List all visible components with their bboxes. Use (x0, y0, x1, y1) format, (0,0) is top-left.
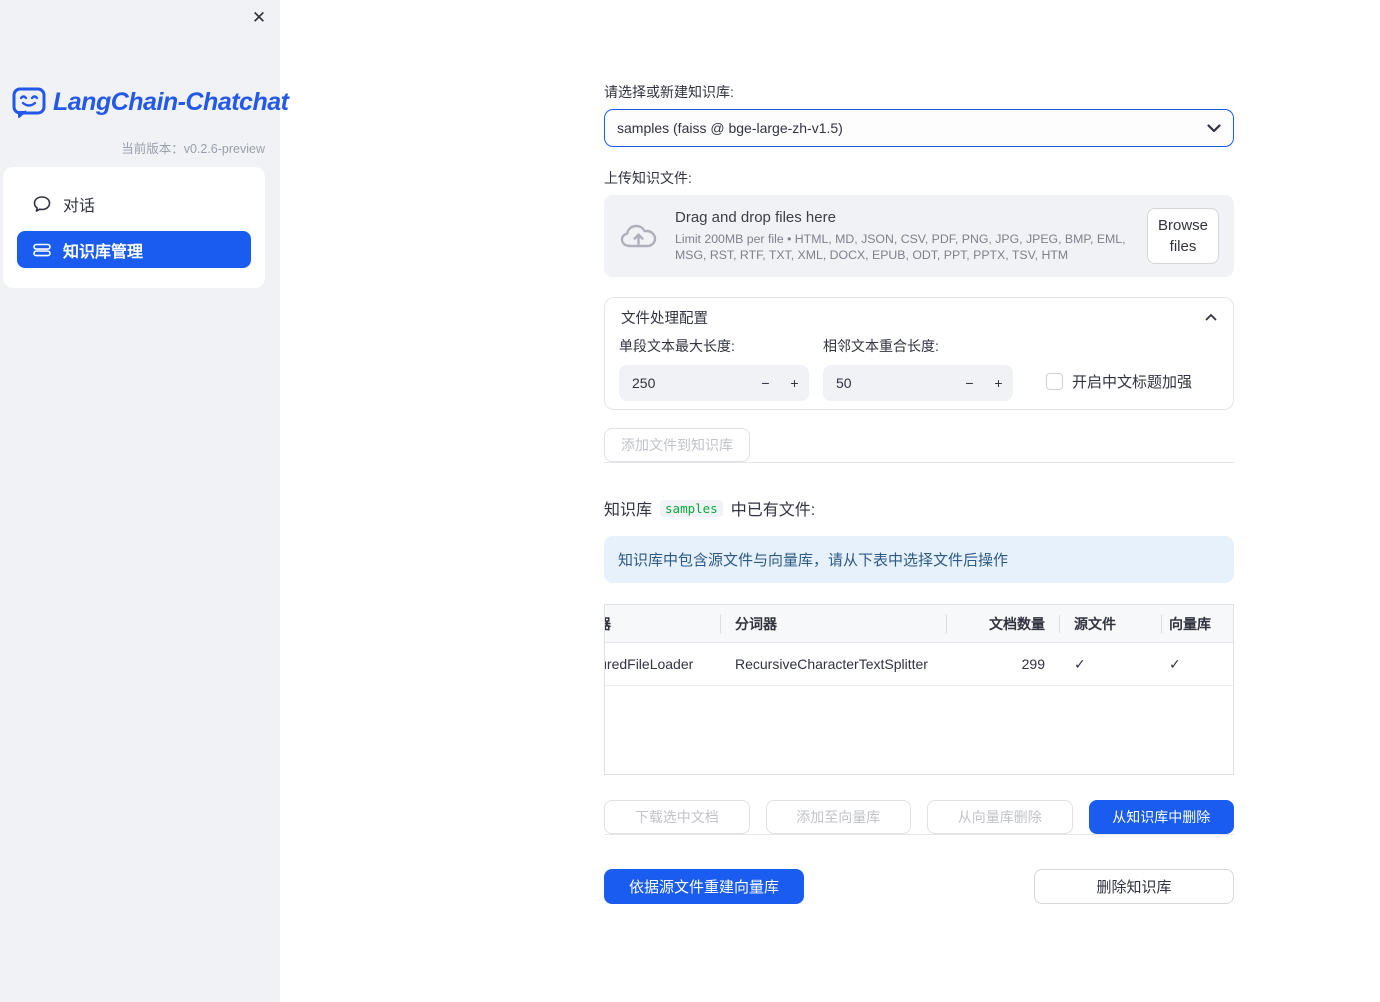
column-separator (946, 615, 947, 633)
kb-files-table[interactable]: 文档加载器 分词器 文档数量 源文件 向量库 UnstructuredFileL… (604, 604, 1234, 775)
overlap-field: 相邻文本重合长度: 50 − + (823, 336, 1013, 401)
uploader-label: 上传知识文件: (604, 170, 692, 186)
checkbox[interactable] (1046, 372, 1063, 390)
sidebar: ✕ LangChain-Chatchat 当前版本：v0.2.6-preview… (0, 0, 289, 1002)
kb-files-heading: 知识库 samples 中已有文件: (604, 496, 1234, 520)
table-header-row[interactable]: 文档加载器 分词器 文档数量 源文件 向量库 (605, 605, 1233, 643)
info-banner: 知识库中包含源文件与向量库，请从下表中选择文件后操作 (604, 536, 1234, 583)
delete-from-vector-store-button[interactable]: 从向量库删除 (927, 800, 1073, 834)
version-label: 当前版本： (121, 142, 184, 156)
divider (604, 462, 1234, 463)
chunk-size-value[interactable]: 250 (632, 375, 751, 391)
overlap-value[interactable]: 50 (836, 375, 955, 391)
dropzone-title: Drag and drop files here (675, 209, 836, 226)
chunk-size-input[interactable]: 250 − + (619, 365, 809, 401)
cell-loader: UnstructuredFileLoader (605, 656, 694, 672)
file-action-buttons: 下载选中文档 添加至向量库 从向量库删除 从知识库中删除 (604, 800, 1234, 834)
cell-source-file-check: ✓ (1074, 655, 1086, 672)
table-header-splitter[interactable]: 分词器 (720, 614, 946, 634)
info-banner-text: 知识库中包含源文件与向量库，请从下表中选择文件后操作 (618, 552, 1009, 569)
minus-icon[interactable]: − (955, 365, 984, 401)
dropzone-instructions: Drag and drop files here Limit 200MB per… (675, 209, 1131, 263)
version-info: 当前版本：v0.2.6-preview (121, 138, 265, 157)
sidebar-menu: 对话 知识库管理 (3, 167, 265, 288)
sidebar-item-label: 对话 (63, 198, 96, 215)
chunk-size-field: 单段文本最大长度: 250 − + (619, 336, 809, 401)
table-header-loader[interactable]: 文档加载器 (605, 614, 720, 634)
file-dropzone[interactable]: Drag and drop files here Limit 200MB per… (604, 195, 1234, 277)
kb-list-icon (32, 240, 52, 260)
dropzone-limit-text: Limit 200MB per file • HTML, MD, JSON, C… (675, 232, 1126, 262)
column-separator (1161, 615, 1162, 633)
table-header-vector-store[interactable]: 向量库 (1161, 614, 1233, 634)
plus-icon[interactable]: + (780, 365, 809, 401)
sidebar-item-dialogue[interactable]: 对话 (17, 183, 251, 225)
kb-name-code: samples (660, 499, 723, 517)
download-selected-button[interactable]: 下载选中文档 (604, 800, 750, 834)
cloud-upload-icon (619, 221, 659, 251)
file-config-expander: 文件处理配置 单段文本最大长度: 250 − + 相邻文本重合长度: 50 − … (604, 297, 1234, 410)
chevron-up-icon (1205, 313, 1217, 321)
kb-level-buttons: 依据源文件重建向量库 删除知识库 (604, 869, 1234, 904)
sidebar-item-kb-management[interactable]: 知识库管理 (17, 231, 251, 268)
add-files-to-kb-button[interactable]: 添加文件到知识库 (604, 428, 750, 462)
expander-title: 文件处理配置 (621, 310, 708, 327)
plus-icon[interactable]: + (984, 365, 1013, 401)
version-value: v0.2.6-preview (183, 142, 265, 156)
overlap-input[interactable]: 50 − + (823, 365, 1013, 401)
delete-from-kb-button[interactable]: 从知识库中删除 (1088, 800, 1234, 834)
table-header-source-file[interactable]: 源文件 (1059, 614, 1161, 634)
table-header-doc-count[interactable]: 文档数量 (946, 614, 1059, 634)
zh-title-enhance-checkbox-row: 开启中文标题加强 (1046, 363, 1192, 399)
divider (604, 834, 1234, 835)
add-to-vector-store-button[interactable]: 添加至向量库 (765, 800, 911, 834)
column-separator (720, 615, 721, 633)
kb-selectbox[interactable]: samples (faiss @ bge-large-zh-v1.5) (604, 109, 1234, 147)
chevron-down-icon (1207, 123, 1221, 133)
app-logo: LangChain-Chatchat (12, 86, 289, 119)
kb-selectbox-value: samples (faiss @ bge-large-zh-v1.5) (617, 120, 843, 136)
expander-header[interactable]: 文件处理配置 (605, 298, 1233, 336)
checkbox-label: 开启中文标题加强 (1072, 373, 1193, 391)
chunk-size-label: 单段文本最大长度: (619, 338, 735, 354)
main-content: 请选择或新建知识库: samples (faiss @ bge-large-zh… (604, 82, 1234, 904)
chat-smiley-logo-icon (12, 86, 46, 119)
overlap-label: 相邻文本重合长度: (823, 338, 939, 354)
cell-vector-store-check: ✓ (1169, 655, 1181, 672)
kb-heading-suffix: 中已有文件: (730, 502, 816, 519)
column-separator (1059, 615, 1060, 633)
delete-kb-button[interactable]: 删除知识库 (1034, 869, 1234, 904)
sidebar-item-label: 知识库管理 (63, 243, 144, 261)
chat-bubble-icon (32, 194, 52, 214)
table-row[interactable]: UnstructuredFileLoader RecursiveCharacte… (605, 643, 1233, 686)
minus-icon[interactable]: − (751, 365, 780, 401)
close-icon[interactable]: ✕ (247, 6, 271, 30)
app-title: LangChain-Chatchat (53, 88, 289, 116)
browse-files-button[interactable]: Browse files (1147, 208, 1219, 264)
cell-doc-count: 299 (1021, 656, 1045, 672)
kb-select-label: 请选择或新建知识库: (604, 84, 734, 100)
rebuild-vector-store-button[interactable]: 依据源文件重建向量库 (604, 869, 804, 904)
expander-body: 单段文本最大长度: 250 − + 相邻文本重合长度: 50 − + 开启中文标… (605, 336, 1233, 401)
kb-heading-prefix: 知识库 (604, 502, 653, 519)
cell-splitter: RecursiveCharacterTextSplitter (735, 656, 928, 672)
